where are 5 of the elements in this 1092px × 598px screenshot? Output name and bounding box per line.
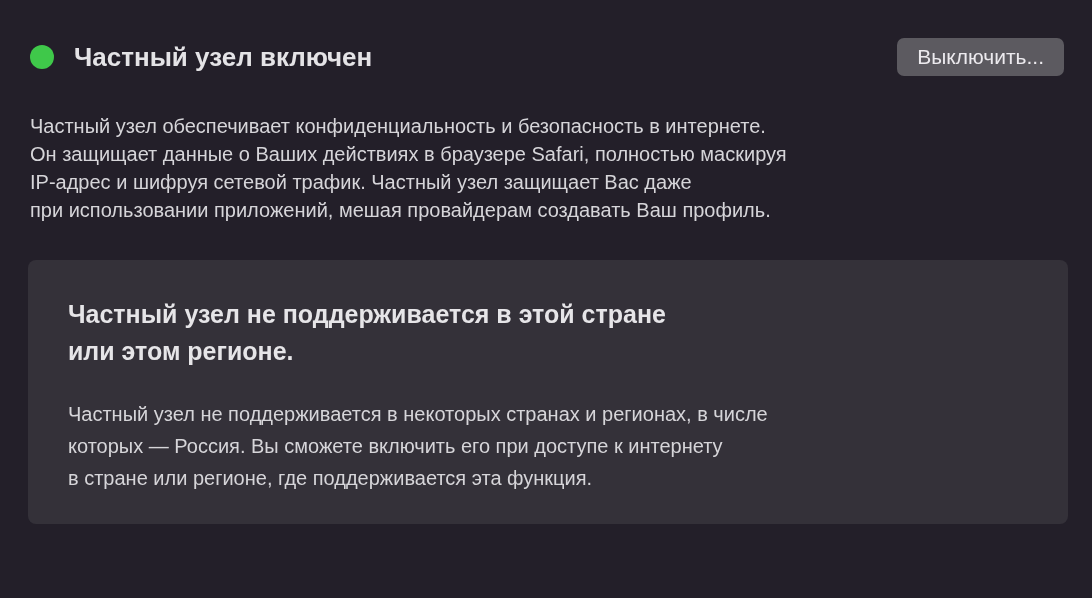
notice-text: Частный узел не поддерживается в некоторых странах и регионах, в числе которых — Россия. Вы сможете включить его при доступе к интернету в стране или регионе, где поддерживается эта функция. [68,402,769,491]
turn-off-button[interactable]: Выключить... [897,38,1064,76]
status-title: Частный узел включен [74,41,374,73]
notice-title: Частный узел не поддерживается в этой стране или этом регионе. [68,299,667,367]
description-text: Частный узел обеспечивает конфиденциальность и безопасность в интернете. Он защищает данные о Ваших действиях в браузере Safari, полностью маскируя IP-адрес и шифруя сетевой трафик. Частный узел защищает Вас даже при использовании приложений, мешая провайдерам создавать Ваш профиль. [30,114,788,223]
